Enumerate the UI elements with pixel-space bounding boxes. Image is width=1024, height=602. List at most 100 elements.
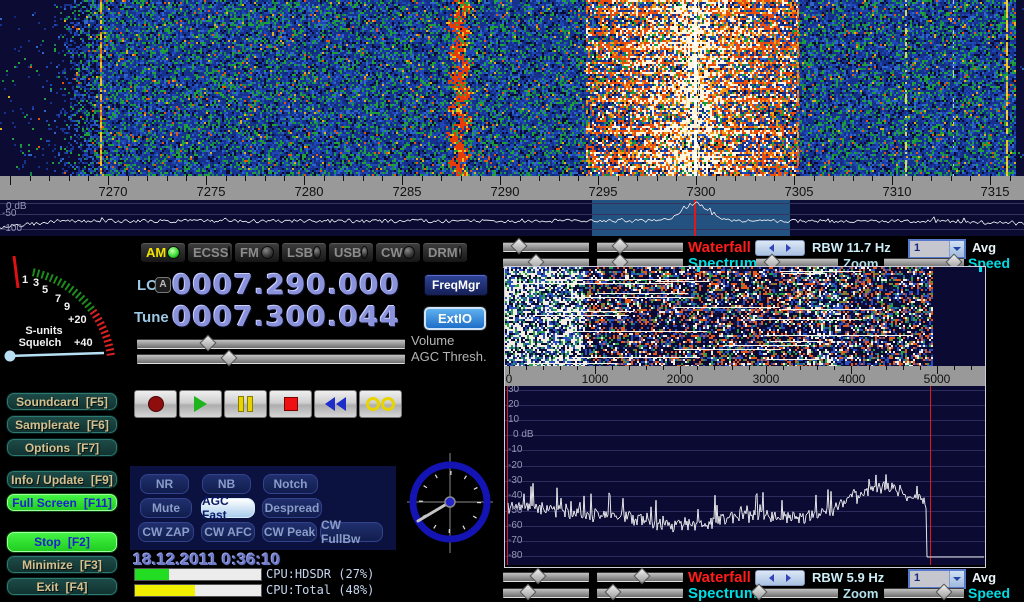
waterfall-brightness-slider-bottom[interactable] xyxy=(597,572,683,582)
freq-label: 7315 xyxy=(965,184,1024,199)
nr-button[interactable]: NR xyxy=(140,474,189,494)
overview-spectrum[interactable]: 0 dB -50 -100 xyxy=(0,200,1024,236)
audio-waterfall[interactable] xyxy=(505,267,985,366)
freq-label: 7285 xyxy=(377,184,437,199)
notch-button[interactable]: Notch xyxy=(263,474,318,494)
play-button[interactable] xyxy=(179,390,222,418)
audio-freq-label: 4000 xyxy=(827,372,877,386)
audio-freq-label: 0 xyxy=(505,372,534,386)
cw-zap-button[interactable]: CW ZAP xyxy=(138,522,194,542)
rewind-button[interactable] xyxy=(314,390,357,418)
fullscreen-button[interactable]: Full Screen[F11] xyxy=(6,493,118,512)
cpu-hdsdr-bar xyxy=(134,568,262,581)
s-meter-dial xyxy=(2,250,117,378)
volume-slider[interactable] xyxy=(137,339,405,349)
speed-slider-bottom[interactable] xyxy=(884,588,964,598)
s-meter-tick-label: 7 xyxy=(55,293,61,305)
mute-button[interactable]: Mute xyxy=(140,498,192,518)
agc-threshold-label: AGC Thresh. xyxy=(411,349,487,364)
waterfall-contrast-slider-top[interactable] xyxy=(503,242,589,252)
main-waterfall[interactable] xyxy=(0,0,1024,176)
band-arrows-bottom[interactable] xyxy=(755,570,805,586)
arrow-right-icon xyxy=(786,244,791,252)
mode-led xyxy=(458,246,462,259)
speed-label-bottom: Speed xyxy=(968,585,1010,601)
freq-label: 7270 xyxy=(83,184,143,199)
audio-frequency-scale[interactable]: 0 1000 2000 3000 4000 5000 xyxy=(505,366,985,386)
minimize-button[interactable]: Minimize[F3] xyxy=(6,555,118,574)
waterfall-contrast-slider-bottom[interactable] xyxy=(503,572,589,582)
cpu-hdsdr-fill xyxy=(135,569,169,580)
audio-freq-label: 1000 xyxy=(570,372,620,386)
mode-button-usb[interactable]: USB xyxy=(328,242,374,263)
audio-db-label: 0 dB xyxy=(513,429,534,440)
freq-label: 7305 xyxy=(769,184,829,199)
stop-button[interactable]: Stop[F2] xyxy=(6,531,118,553)
soundcard-button[interactable]: Soundcard[F5] xyxy=(6,392,118,411)
zoom-label-bottom: Zoom xyxy=(843,586,878,601)
tune-frequency-display[interactable]: 0007.300.044 xyxy=(172,300,400,333)
monitor-button[interactable] xyxy=(359,390,402,418)
cw-peak-button[interactable]: CW Peak xyxy=(262,522,317,542)
mode-led xyxy=(261,246,274,259)
exit-button[interactable]: Exit[F4] xyxy=(6,577,118,596)
agc-slider-thumb[interactable] xyxy=(221,350,238,367)
audio-freq-label: 2000 xyxy=(655,372,705,386)
lo-frequency-display[interactable]: 0007.290.000 xyxy=(172,268,400,301)
mode-led xyxy=(167,246,180,259)
s-meter-tick-label: +40 xyxy=(74,337,93,349)
dsp-panel: NR NB Notch Mute AGC Fast Despread CW ZA… xyxy=(130,466,396,550)
agc-threshold-slider[interactable] xyxy=(137,354,405,364)
pause-button[interactable] xyxy=(224,390,267,418)
db-label: -50 xyxy=(2,208,16,219)
cw-afc-button[interactable]: CW AFC xyxy=(201,522,255,542)
mode-button-drm[interactable]: DRM xyxy=(422,242,468,263)
options-button[interactable]: Options[F7] xyxy=(6,438,118,457)
arrow-right-icon xyxy=(786,574,791,582)
mode-button-am[interactable]: AM xyxy=(140,242,186,263)
spectrum-gain-slider-bottom[interactable] xyxy=(503,588,589,598)
main-frequency-scale[interactable]: 7270 7275 7280 7285 7290 7295 7300 7305 … xyxy=(0,176,1024,200)
mode-button-lsb[interactable]: LSB xyxy=(281,242,327,263)
lo-mode-badge[interactable]: A xyxy=(155,277,171,293)
audio-db-label: -40 xyxy=(508,490,522,501)
datetime-display: 18.12.2011 0:36:10 xyxy=(133,550,280,570)
avg-dropdown-bottom[interactable]: 1 xyxy=(908,569,966,589)
cw-fullbw-button[interactable]: CW FullBw xyxy=(320,522,383,542)
stop-playback-button[interactable] xyxy=(269,390,312,418)
extio-button[interactable]: ExtIO xyxy=(424,307,486,330)
s-meter-tick-label: 5 xyxy=(42,284,48,296)
zoom-slider-bottom[interactable] xyxy=(756,588,838,598)
s-meter-tick-label: 9 xyxy=(64,301,70,313)
freq-label: 7275 xyxy=(181,184,241,199)
squelch-slider-knob xyxy=(5,351,16,362)
agc-fast-button[interactable]: AGC Fast xyxy=(201,498,255,518)
mode-button-fm[interactable]: FM xyxy=(234,242,280,263)
samplerate-button[interactable]: Samplerate[F6] xyxy=(6,415,118,434)
record-icon xyxy=(148,396,164,412)
despread-button[interactable]: Despread xyxy=(262,498,322,518)
volume-slider-thumb[interactable] xyxy=(199,335,216,352)
chevron-down-icon[interactable] xyxy=(949,571,964,587)
goggles-icon xyxy=(366,397,395,411)
mode-led xyxy=(228,246,230,259)
s-meter-tick-label: 1 xyxy=(22,274,28,286)
info-update-button[interactable]: Info / Update[F9] xyxy=(6,470,118,489)
band-arrows-top[interactable] xyxy=(755,240,805,256)
audio-db-label: -10 xyxy=(508,444,522,455)
record-button[interactable] xyxy=(134,390,177,418)
audio-spectrum[interactable]: 30 20 10 0 dB -10 -20 -30 -40 -50 -60 -7… xyxy=(505,386,985,565)
avg-label-bottom: Avg xyxy=(972,570,996,585)
spectrum-offset-slider-bottom[interactable] xyxy=(597,588,683,598)
waterfall-brightness-slider-top[interactable] xyxy=(597,242,683,252)
pause-icon xyxy=(238,396,253,412)
overview-spectrum-trace xyxy=(0,200,1024,236)
mode-button-ecss[interactable]: ECSS xyxy=(187,242,233,263)
nb-button[interactable]: NB xyxy=(202,474,251,494)
freq-label: 7280 xyxy=(279,184,339,199)
freqmgr-button[interactable]: FreqMgr xyxy=(424,274,488,296)
audio-db-label: -50 xyxy=(508,505,522,516)
audio-display-panel: 0 1000 2000 3000 4000 5000 30 20 10 0 dB… xyxy=(504,266,986,568)
cpu-total-bar xyxy=(134,584,262,597)
mode-button-cw[interactable]: CW xyxy=(375,242,421,263)
